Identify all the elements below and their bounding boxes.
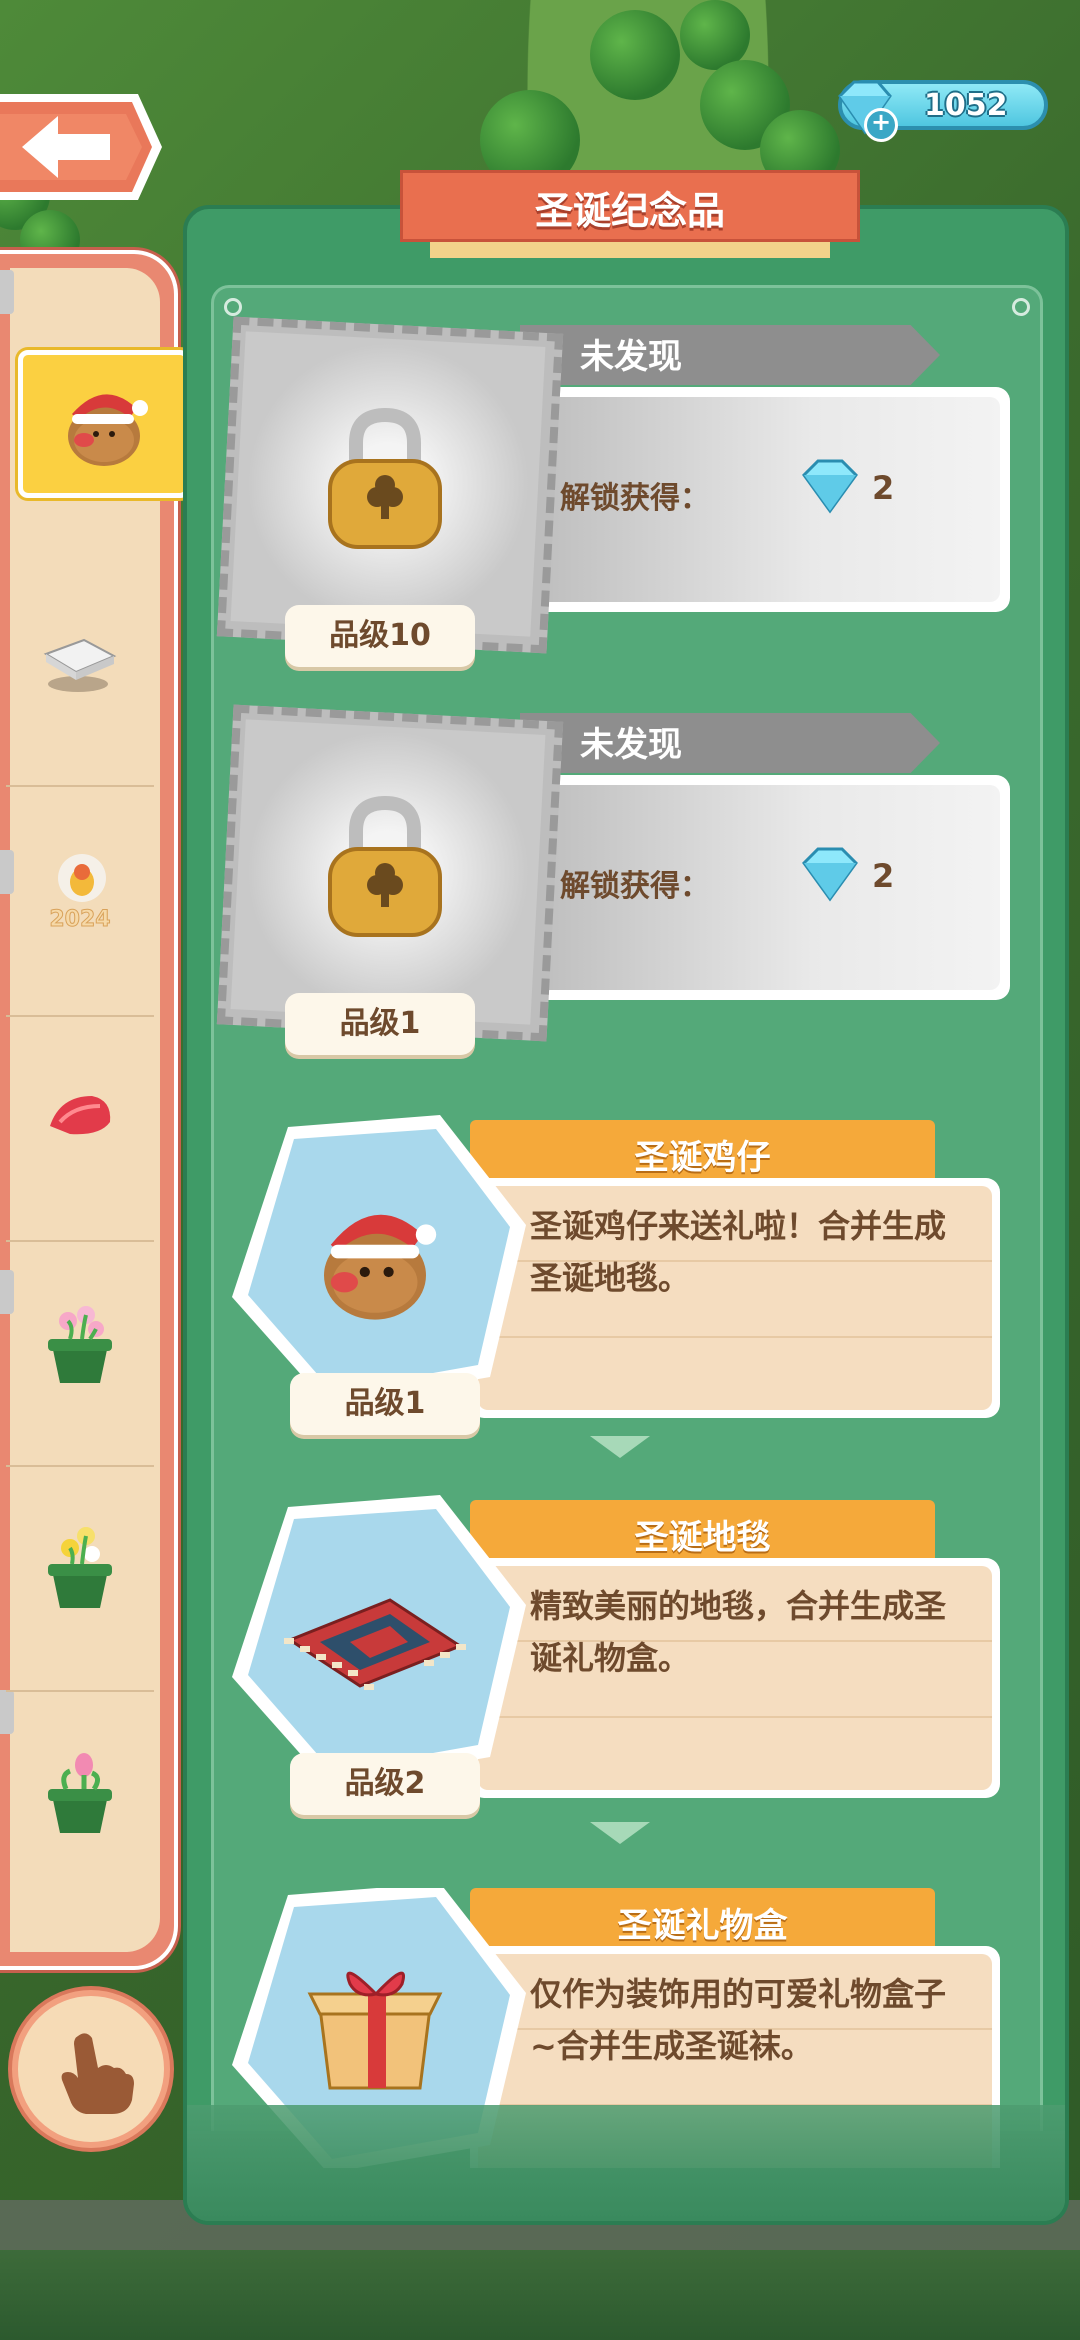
chevron-down-icon — [590, 1436, 650, 1458]
flower-pot-icon — [48, 1753, 112, 1833]
grade-badge: 品级1 — [290, 1373, 480, 1435]
rail-item-yellow-flower-pot[interactable] — [6, 1465, 154, 1665]
flower-pot-icon — [48, 1527, 112, 1608]
lock-icon — [328, 795, 442, 937]
unlock-label: 解锁获得： — [560, 869, 710, 904]
christmas-chick-icon — [324, 1214, 437, 1320]
diamond-icon — [802, 847, 858, 902]
gem-count: 1052 — [924, 88, 1008, 123]
rail-item-christmas-chick[interactable] — [18, 350, 190, 498]
status-label: 未发现 — [580, 725, 682, 765]
new-year-2024-icon: 2024 — [49, 854, 111, 933]
rail-item-pink-flower-pot[interactable] — [6, 1240, 154, 1440]
item-card[interactable]: 圣诞地毯 精致美丽的地毯，合并生成圣诞礼物盒。 品级2 — [220, 1495, 1020, 1815]
grade-badge: 品级2 — [290, 1753, 480, 1815]
gift-box-icon — [307, 1971, 443, 2090]
rail-item-new-year-2024[interactable]: 2024 — [6, 785, 154, 985]
unlock-label: 解锁获得： — [560, 481, 710, 516]
christmas-chick-icon — [68, 394, 148, 466]
panel-footer — [187, 2105, 1065, 2221]
item-title: 圣诞地毯 — [634, 1518, 771, 1558]
diamond-icon — [802, 459, 858, 514]
item-description: 仅作为装饰用的可爱礼物盒子~合并生成圣诞袜。 — [530, 1975, 947, 2065]
back-button[interactable] — [0, 88, 165, 206]
rail-scroll-knob — [0, 270, 14, 314]
item-description: 精致美丽的地毯，合并生成圣诞礼物盒。 — [530, 1587, 947, 1677]
page-title: 圣诞纪念品 — [534, 189, 725, 233]
hint-button[interactable] — [12, 1990, 170, 2148]
rail-item-paper-bundle[interactable] — [6, 560, 154, 760]
back-arrow-icon — [0, 94, 162, 200]
rail-item-tulip-pot[interactable] — [6, 1690, 154, 1890]
reward-amount: 2 — [872, 857, 895, 895]
grade-badge: 品级1 — [285, 993, 475, 1055]
pointing-hand-icon — [61, 2033, 134, 2114]
flower-pot-icon — [48, 1306, 112, 1383]
item-description: 圣诞鸡仔来送礼啦！合并生成圣诞地毯。 — [530, 1207, 947, 1297]
locked-card[interactable]: 未发现 解锁获得： 2 品级1 — [216, 704, 1020, 1055]
grade-badge: 品级10 — [285, 605, 475, 667]
add-gems-icon[interactable]: + — [864, 108, 898, 142]
item-card[interactable]: 圣诞鸡仔 圣诞鸡仔来送礼啦！合并生成圣诞地毯。 品级1 — [220, 1115, 1020, 1435]
christmas-rug-icon — [284, 1598, 466, 1690]
status-label: 未发现 — [580, 337, 682, 377]
lock-icon — [328, 407, 442, 549]
locked-card[interactable]: 未发现 解锁获得： 2 品级10 — [216, 316, 1020, 667]
svg-text:2024: 2024 — [49, 907, 110, 932]
rail-item-red-petal[interactable] — [6, 1015, 154, 1215]
gem-counter[interactable]: + 1052 — [838, 80, 1048, 142]
item-title: 圣诞礼物盒 — [617, 1906, 788, 1946]
paper-bundle-icon — [43, 638, 117, 692]
red-petal-icon — [50, 1096, 111, 1135]
title-ribbon: 圣诞纪念品 — [400, 170, 860, 258]
reward-amount: 2 — [872, 469, 895, 507]
chevron-down-icon — [590, 1822, 650, 1844]
item-title: 圣诞鸡仔 — [634, 1138, 771, 1178]
